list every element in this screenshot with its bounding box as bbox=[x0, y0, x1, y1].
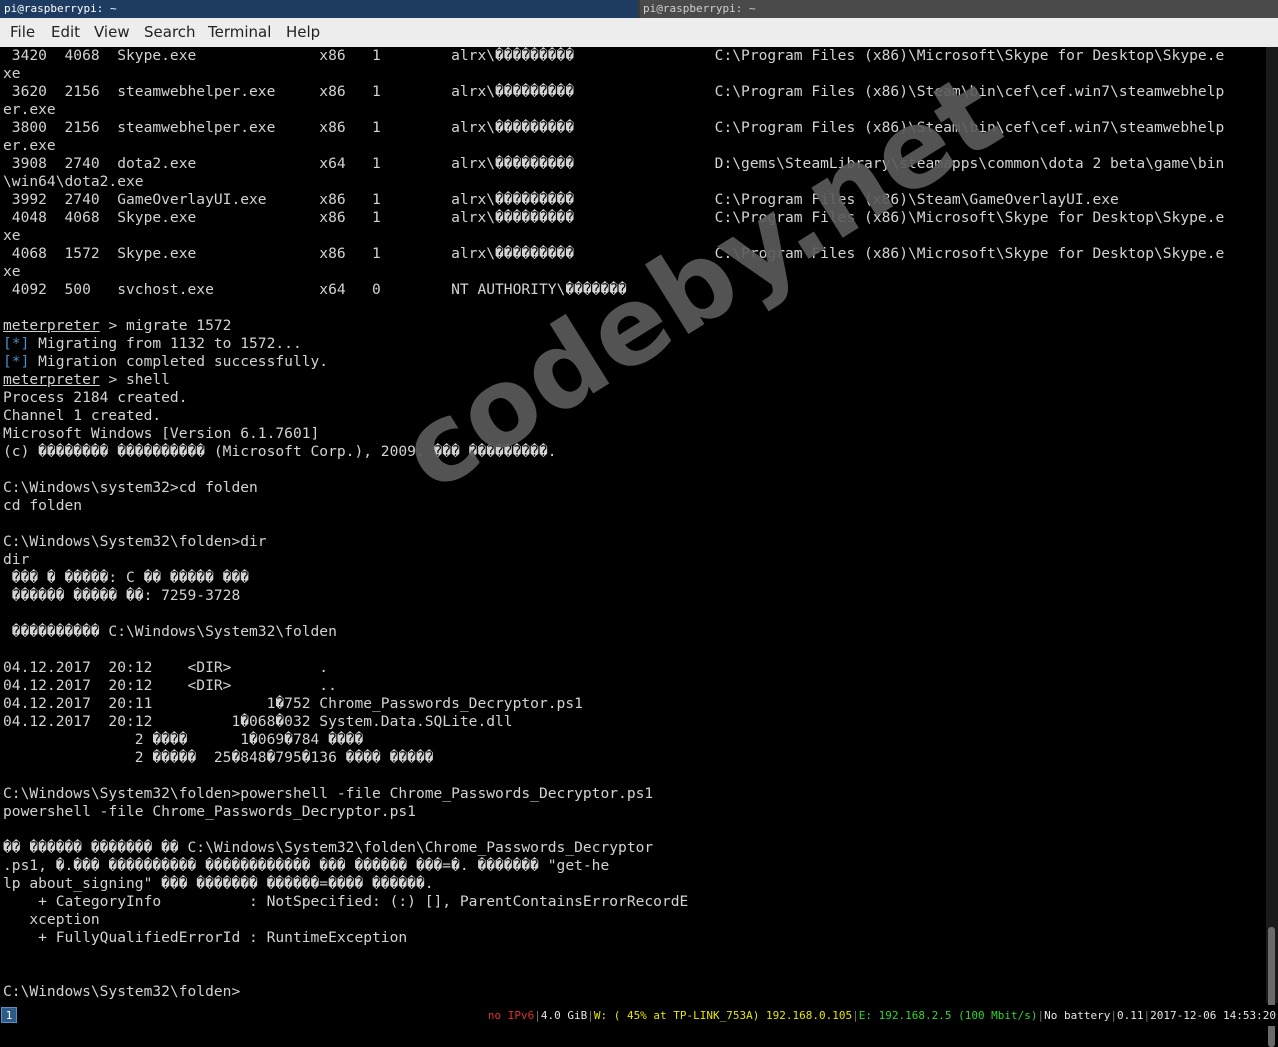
terminal-output[interactable]: 3420 4068 Skype.exe x86 1 alrx\���������… bbox=[3, 47, 1265, 1003]
terminal-line: 04.12.2017 20:11 1�752 Chrome_Passwords_… bbox=[3, 695, 583, 712]
menu-edit[interactable]: Edit bbox=[51, 23, 80, 41]
terminal-lines: 3420 4068 Skype.exe x86 1 alrx\���������… bbox=[3, 47, 1265, 1001]
terminal-line: xe bbox=[3, 227, 21, 244]
terminal-line: xe bbox=[3, 65, 21, 82]
terminal-line: Process 2184 created. bbox=[3, 389, 188, 406]
terminal-line: + CategoryInfo : NotSpecified: (:) [], P… bbox=[3, 893, 689, 910]
memory-status: 4.0 GiB bbox=[540, 1009, 588, 1022]
terminal-line: 4068 1572 Skype.exe x86 1 alrx\���������… bbox=[3, 245, 1225, 262]
terminal-line: 2 ���� 1�069�784 ���� bbox=[3, 731, 364, 748]
status-bar: 1 no IPv6|4.0 GiB|W: ( 45% at TP-LINK_75… bbox=[0, 1005, 1278, 1026]
terminal-line: er.exe bbox=[3, 101, 56, 118]
terminal-scrollbar[interactable] bbox=[1266, 47, 1278, 1047]
menu-help[interactable]: Help bbox=[286, 23, 320, 41]
terminal-line: (c) �������� ���������� (Microsoft Corp.… bbox=[3, 443, 557, 460]
terminal-line: powershell -file Chrome_Passwords_Decryp… bbox=[3, 803, 416, 820]
menu-file[interactable]: File bbox=[10, 23, 35, 41]
load-status: 0.11 bbox=[1117, 1009, 1144, 1022]
terminal-line: 3420 4068 Skype.exe x86 1 alrx\���������… bbox=[3, 47, 1225, 64]
menu-search[interactable]: Search bbox=[144, 23, 196, 41]
ipv6-status: no IPv6 bbox=[487, 1009, 535, 1022]
terminal-line: cd folden bbox=[3, 497, 83, 514]
tab-bar: pi@raspberrypi: ~ pi@raspberrypi: ~ bbox=[0, 0, 1278, 18]
menu-view[interactable]: View bbox=[94, 23, 130, 41]
terminal-line: meterpreter > migrate 1572 bbox=[3, 317, 232, 334]
terminal-line: ������ ����� ��: 7259-3728 bbox=[3, 587, 241, 604]
terminal-line: 2 ����� 25�848�795�136 ���� ����� bbox=[3, 749, 434, 766]
wifi-status: W: ( 45% at TP-LINK_753A) 192.168.0.105 bbox=[593, 1009, 853, 1022]
scrollbar-thumb[interactable] bbox=[1268, 927, 1275, 1047]
tab-active[interactable]: pi@raspberrypi: ~ bbox=[0, 0, 638, 18]
terminal-line: C:\Windows\system32>cd folden bbox=[3, 479, 258, 496]
terminal-line: 3800 2156 steamwebhelper.exe x86 1 alrx\… bbox=[3, 119, 1225, 136]
terminal-line: ���������� C:\Windows\System32\folden bbox=[3, 623, 337, 640]
terminal-line: xe bbox=[3, 263, 21, 280]
terminal-line: meterpreter > shell bbox=[3, 371, 170, 388]
terminal-line: [*] Migration completed successfully. bbox=[3, 353, 329, 370]
terminal-line: �� ������ ������� �� C:\Windows\System32… bbox=[3, 839, 654, 856]
terminal-line: + FullyQualifiedErrorId : RuntimeExcepti… bbox=[3, 929, 408, 946]
menu-bar: File Edit View Search Terminal Help bbox=[0, 18, 1278, 47]
terminal-line: Microsoft Windows [Version 6.1.7601] bbox=[3, 425, 320, 442]
terminal-line: C:\Windows\System32\folden>powershell -f… bbox=[3, 785, 654, 802]
menu-terminal[interactable]: Terminal bbox=[208, 23, 271, 41]
terminal-line: C:\Windows\System32\folden>dir bbox=[3, 533, 267, 550]
terminal-line: 4048 4068 Skype.exe x86 1 alrx\���������… bbox=[3, 209, 1225, 226]
terminal-line: 04.12.2017 20:12 <DIR> . bbox=[3, 659, 329, 676]
terminal-line: .ps1, �.��� ���������� ������������ ��� … bbox=[3, 857, 610, 874]
datetime-status: 2017-12-06 14:53:20 bbox=[1150, 1009, 1276, 1022]
terminal-line: 04.12.2017 20:12 <DIR> .. bbox=[3, 677, 337, 694]
terminal-line: [*] Migrating from 1132 to 1572... bbox=[3, 335, 302, 352]
terminal-line: 3908 2740 dota2.exe x64 1 alrx\���������… bbox=[3, 155, 1225, 172]
terminal-line: ��� � �����: C �� ����� ��� bbox=[3, 569, 250, 586]
terminal-line: \win64\dota2.exe bbox=[3, 173, 144, 190]
terminal-line: C:\Windows\System32\folden> bbox=[3, 983, 241, 1000]
terminal-line: 4092 500 svchost.exe x64 0 NT AUTHORITY\… bbox=[3, 281, 627, 298]
terminal-line: 3992 2740 GameOverlayUI.exe x86 1 alrx\�… bbox=[3, 191, 1119, 208]
workspace-indicator[interactable]: 1 bbox=[1, 1007, 17, 1023]
terminal-line: lp about_signing" ��� ������� ������=���… bbox=[3, 875, 434, 892]
terminal-line: 04.12.2017 20:12 1�068�032 System.Data.S… bbox=[3, 713, 513, 730]
terminal-line: Channel 1 created. bbox=[3, 407, 162, 424]
terminal-line: 3620 2156 steamwebhelper.exe x86 1 alrx\… bbox=[3, 83, 1225, 100]
tab-inactive[interactable]: pi@raspberrypi: ~ bbox=[640, 0, 1278, 18]
ethernet-status: E: 192.168.2.5 (100 Mbit/s) bbox=[858, 1009, 1038, 1022]
terminal-line: xception bbox=[3, 911, 100, 928]
terminal-line: dir bbox=[3, 551, 30, 568]
battery-status: No battery bbox=[1044, 1009, 1111, 1022]
terminal-line: er.exe bbox=[3, 137, 56, 154]
